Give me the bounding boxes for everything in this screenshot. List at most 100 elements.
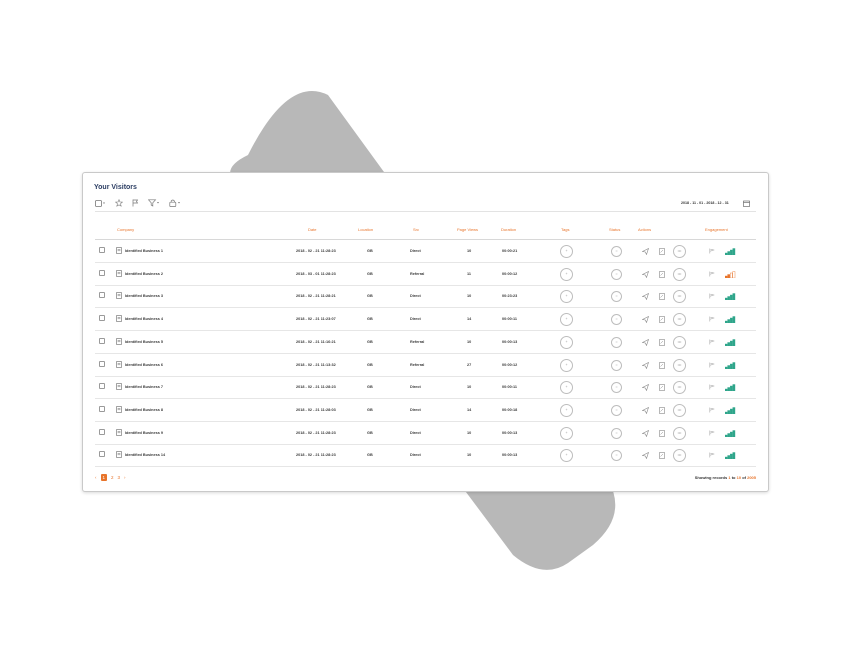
lock-dropdown[interactable] xyxy=(169,199,181,207)
col-date[interactable]: Date xyxy=(308,227,316,232)
more-actions-icon[interactable]: ••• xyxy=(673,335,686,349)
tag-add-icon[interactable]: + xyxy=(560,245,573,258)
row-checkbox[interactable] xyxy=(99,247,105,253)
note-icon[interactable] xyxy=(659,293,665,301)
next-page-button[interactable]: › xyxy=(124,475,126,480)
more-actions-icon[interactable]: ••• xyxy=(673,449,686,463)
page-2-button[interactable]: 2 xyxy=(111,475,114,480)
row-checkbox[interactable] xyxy=(99,360,105,367)
flag-icon[interactable] xyxy=(709,362,715,368)
flag-button[interactable] xyxy=(132,199,139,207)
send-icon[interactable] xyxy=(642,338,649,346)
table-row[interactable]: Identified Business 2 2018 - 03 - 01 11:2… xyxy=(95,263,756,286)
flag-icon[interactable] xyxy=(709,384,715,390)
company-name[interactable]: Identified Business 8 xyxy=(125,408,163,412)
send-icon[interactable] xyxy=(642,316,649,324)
note-icon[interactable] xyxy=(659,338,665,346)
flag-icon[interactable] xyxy=(709,430,715,436)
more-actions-icon[interactable]: ••• xyxy=(673,358,686,372)
send-icon[interactable] xyxy=(642,293,649,301)
table-row[interactable]: Identified Business 7 2018 - 02 - 21 11:2… xyxy=(95,376,756,400)
note-icon[interactable] xyxy=(659,429,665,437)
company-name[interactable]: Identified Business 6 xyxy=(125,363,163,367)
flag-icon[interactable] xyxy=(709,248,715,254)
col-status[interactable]: Status xyxy=(609,227,620,232)
send-icon[interactable] xyxy=(642,270,649,278)
select-all-dropdown[interactable] xyxy=(95,199,106,207)
status-icon[interactable]: ○ xyxy=(611,268,622,280)
col-page-views[interactable]: Page Views xyxy=(457,227,478,232)
flag-icon[interactable] xyxy=(709,407,715,413)
row-checkbox[interactable] xyxy=(99,451,105,458)
company-name[interactable]: Identified Business 9 xyxy=(125,431,163,435)
row-checkbox[interactable] xyxy=(99,383,105,390)
row-checkbox[interactable] xyxy=(99,315,105,322)
company-name[interactable]: Identified Business 4 xyxy=(125,317,163,321)
send-icon[interactable] xyxy=(642,452,649,460)
note-icon[interactable] xyxy=(659,361,665,369)
calendar-icon[interactable] xyxy=(743,200,750,207)
table-row[interactable]: Identified Business 6 2018 - 02 - 21 11:1… xyxy=(95,354,756,377)
flag-icon[interactable] xyxy=(709,271,715,277)
col-engagement[interactable]: Engagement xyxy=(705,227,728,232)
col-actions[interactable]: Actions xyxy=(638,227,651,232)
page-3-button[interactable]: 3 xyxy=(118,475,121,480)
status-icon[interactable]: ○ xyxy=(611,314,622,326)
filter-dropdown[interactable] xyxy=(148,199,160,207)
status-icon[interactable]: ○ xyxy=(611,382,622,394)
tag-add-icon[interactable]: + xyxy=(560,335,573,349)
company-name[interactable]: Identified Business 5 xyxy=(125,340,163,344)
date-range[interactable]: 2018 - 11 - 01 - 2018 - 12 - 31 xyxy=(681,201,729,205)
col-tags[interactable]: Tags xyxy=(561,227,569,232)
tag-add-icon[interactable]: + xyxy=(560,426,573,440)
table-row[interactable]: Identified Business 5 2018 - 02 - 21 11:1… xyxy=(95,331,756,354)
col-src[interactable]: Src xyxy=(413,227,419,232)
company-name[interactable]: Identified Business 2 xyxy=(125,272,163,276)
note-icon[interactable] xyxy=(659,452,665,460)
row-checkbox[interactable] xyxy=(99,269,105,276)
status-icon[interactable]: ○ xyxy=(611,450,622,462)
table-row[interactable]: Identified Business 4 2018 - 02 - 21 11:2… xyxy=(95,308,756,332)
row-checkbox[interactable] xyxy=(99,292,105,299)
flag-icon[interactable] xyxy=(709,452,715,458)
note-icon[interactable] xyxy=(659,384,665,391)
tag-add-icon[interactable]: + xyxy=(560,313,573,327)
tag-add-icon[interactable]: + xyxy=(560,358,573,372)
prev-page-button[interactable]: ‹ xyxy=(95,475,97,480)
more-actions-icon[interactable]: ••• xyxy=(673,403,686,417)
status-icon[interactable]: ○ xyxy=(611,404,622,416)
status-icon[interactable]: ○ xyxy=(611,246,622,257)
flag-icon[interactable] xyxy=(709,316,715,322)
more-actions-icon[interactable]: ••• xyxy=(673,267,686,281)
more-actions-icon[interactable]: ••• xyxy=(673,426,686,440)
col-company[interactable]: Company xyxy=(117,227,134,232)
col-duration[interactable]: Duration xyxy=(501,227,516,232)
company-name[interactable]: Identified Business 1 xyxy=(125,249,163,253)
tag-add-icon[interactable]: + xyxy=(560,381,573,395)
send-icon[interactable] xyxy=(642,248,649,255)
col-location[interactable]: Location xyxy=(358,227,373,232)
send-icon[interactable] xyxy=(642,429,649,437)
table-row[interactable]: Identified Business 3 2018 - 02 - 21 11:2… xyxy=(95,285,756,309)
status-icon[interactable]: ○ xyxy=(611,291,622,303)
tag-add-icon[interactable]: + xyxy=(560,267,573,281)
note-icon[interactable] xyxy=(659,270,665,278)
note-icon[interactable] xyxy=(659,316,665,323)
table-row[interactable]: Identified Business 8 2018 - 02 - 21 11:2… xyxy=(95,399,756,422)
company-name[interactable]: Identified Business 7 xyxy=(125,385,163,389)
row-checkbox[interactable] xyxy=(99,428,105,435)
tag-add-icon[interactable]: + xyxy=(560,403,573,417)
more-actions-icon[interactable]: ••• xyxy=(673,381,686,395)
flag-icon[interactable] xyxy=(709,339,715,345)
status-icon[interactable]: ○ xyxy=(611,359,622,371)
company-name[interactable]: Identified Business 14 xyxy=(125,453,165,457)
send-icon[interactable] xyxy=(642,361,649,369)
flag-icon[interactable] xyxy=(709,293,715,299)
table-row[interactable]: Identified Business 1 2018 - 02 - 21 11:2… xyxy=(95,240,756,263)
tag-add-icon[interactable]: + xyxy=(560,449,573,463)
send-icon[interactable] xyxy=(642,384,649,392)
row-checkbox[interactable] xyxy=(99,337,105,344)
page-1-button[interactable]: 1 xyxy=(100,474,108,481)
favourite-button[interactable] xyxy=(115,199,123,207)
more-actions-icon[interactable]: ••• xyxy=(673,313,686,327)
